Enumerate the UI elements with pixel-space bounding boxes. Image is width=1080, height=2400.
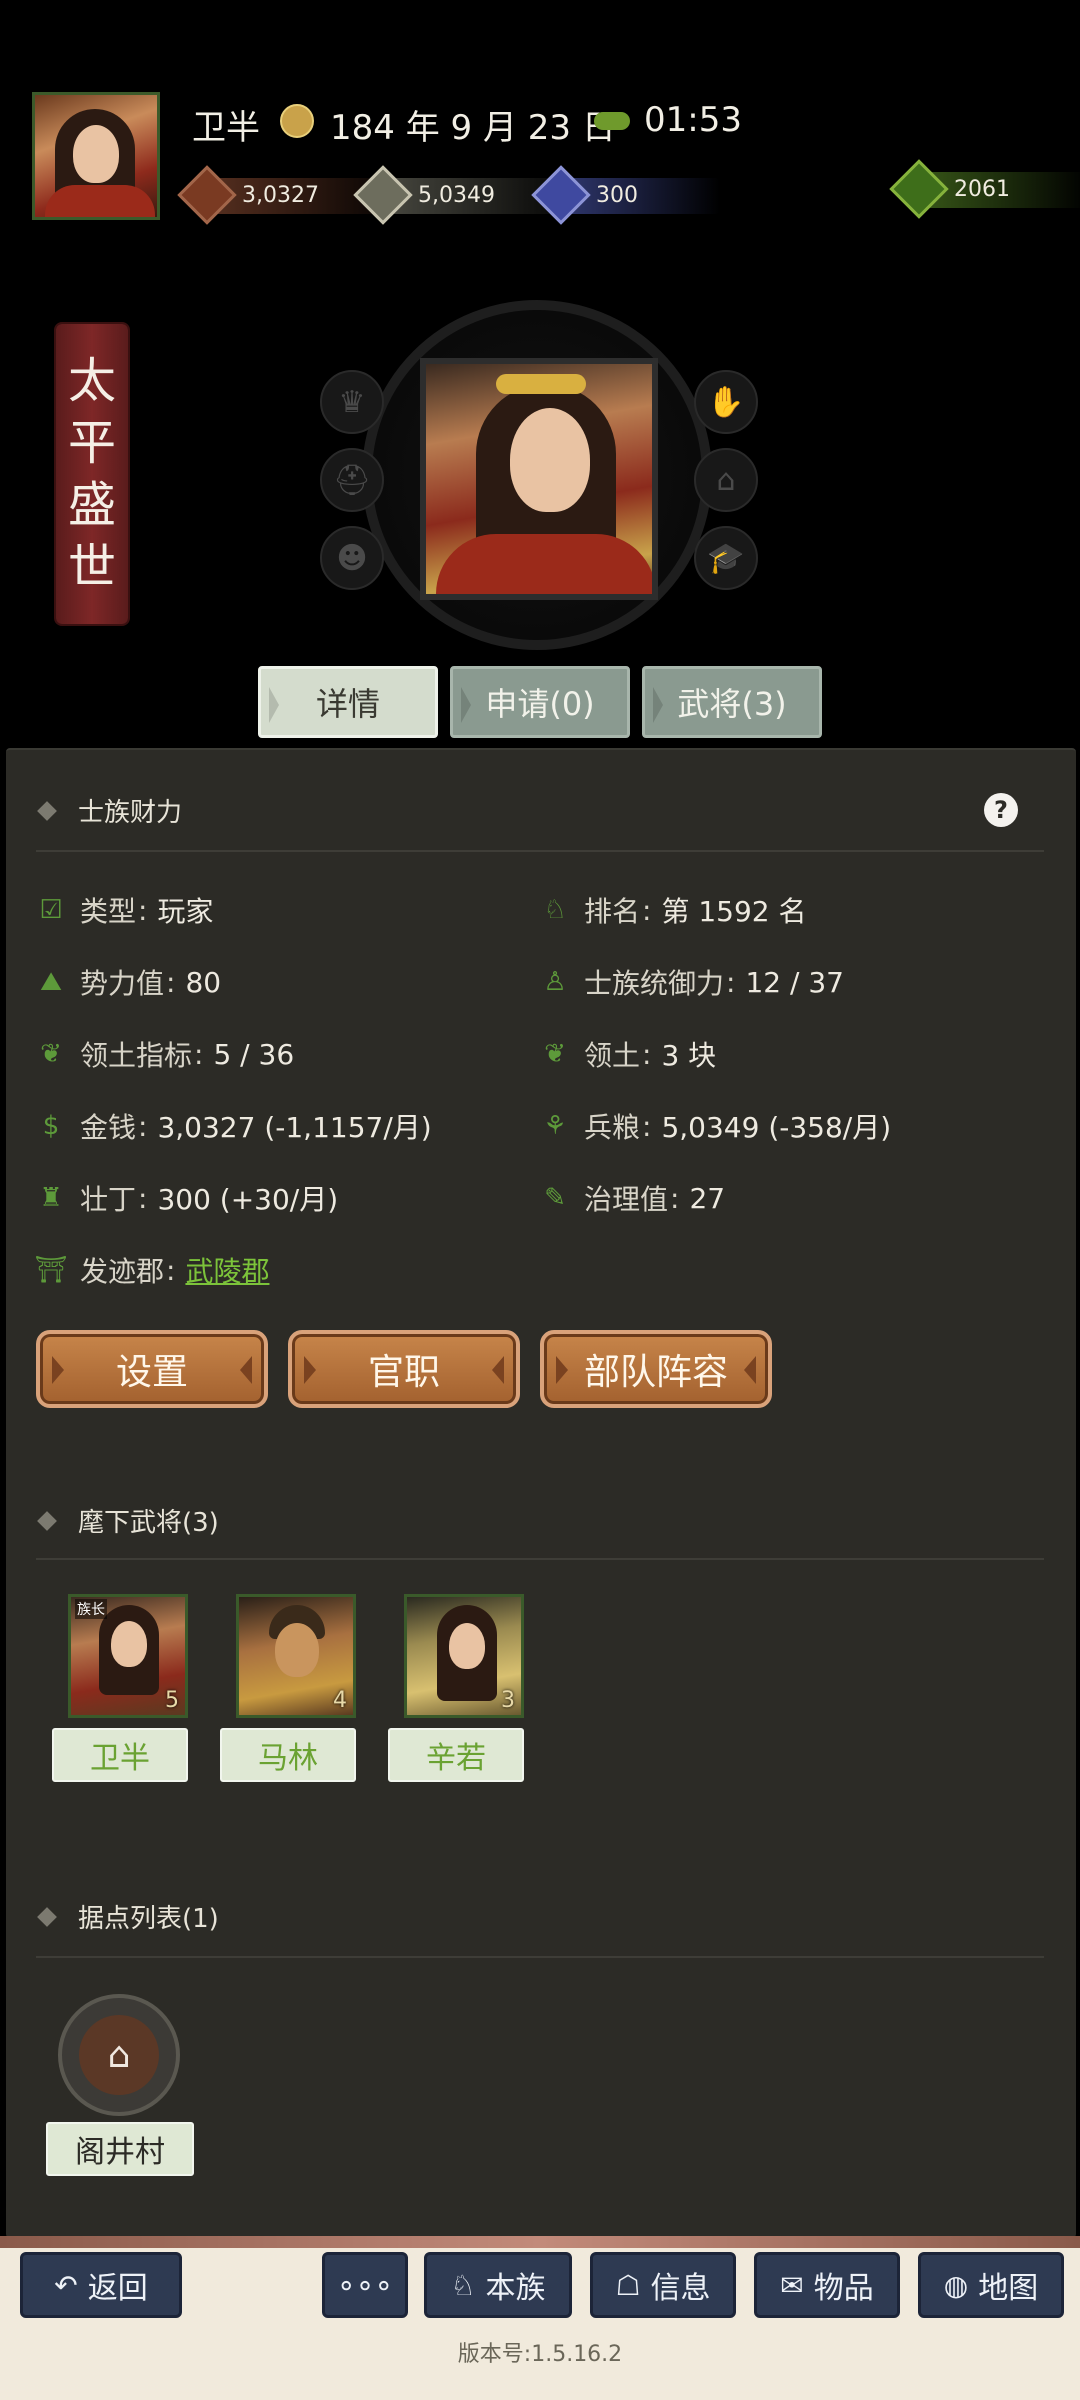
diamond-bullet-icon [37, 1510, 57, 1531]
section-title: 据点列表(1) [78, 1904, 219, 1934]
stat-rank: ♘ 排名: 第 1592 名 [540, 890, 806, 930]
mask-icon[interactable]: ☻ [320, 526, 384, 590]
info-button[interactable]: ☖ 信息 [590, 2252, 736, 2318]
game-time: 01:53 [644, 100, 742, 140]
globe-icon: ◍ [943, 2268, 969, 2302]
general-portrait: 4 [236, 1594, 356, 1718]
strongman-icon: ♜ [39, 1183, 63, 1213]
feather-icon: ✎ [544, 1183, 566, 1213]
tab-apply[interactable]: 申请(0) [450, 666, 630, 738]
gourd-resource[interactable]: 2061 [889, 159, 1080, 219]
coins-icon: $ [42, 1111, 60, 1141]
stat-manpower: ♜ 壮丁: 300 (+30/月) [36, 1178, 338, 1218]
person-icon: ♙ [543, 967, 567, 997]
stat-territory-quota: ❦ 领土指标: 5 / 36 [36, 1034, 294, 1074]
leader-portrait[interactable] [420, 358, 658, 600]
troops-lineup-button[interactable]: 部队阵容 [540, 1330, 772, 1408]
strength-icon [531, 165, 591, 225]
gold-resource[interactable]: 3,0327 [177, 165, 406, 225]
tab-generals[interactable]: 武将(3) [642, 666, 822, 738]
banner-char: 世 [67, 539, 116, 595]
stat-origin: ⛩ 发迹郡: 武陵郡 [34, 1250, 270, 1290]
settings-button[interactable]: 设置 [36, 1330, 268, 1408]
wheat-icon: ⚘ [543, 1111, 567, 1141]
general-level: 3 [501, 1688, 515, 1713]
clan-icon: ♘ [450, 2268, 476, 2302]
origin-commandery-link[interactable]: 武陵郡 [185, 1250, 269, 1290]
grain-resource[interactable]: 5,0349 [353, 165, 582, 225]
manpower-resource[interactable]: 300 [531, 165, 720, 225]
stronghold-item[interactable]: ⌂ [58, 1994, 180, 2116]
general-portrait: 3 [404, 1594, 524, 1718]
more-dots-icon: ∘∘∘ [336, 2267, 394, 2303]
gourd-icon [889, 159, 949, 219]
coin-icon [177, 165, 237, 225]
ant-icon [594, 112, 630, 130]
calendar-icon [280, 104, 314, 138]
general-portrait: 族长 5 [68, 1594, 188, 1718]
more-button[interactable]: ∘∘∘ [322, 2252, 408, 2318]
leader-tag: 族长 [75, 1599, 107, 1619]
clan-button[interactable]: ♘ 本族 [424, 2252, 572, 2318]
back-button[interactable]: ↶ 返回 [20, 2252, 182, 2318]
generals-heading: 麾下武将(3) [37, 1502, 219, 1539]
stat-type: ☑ 类型: 玩家 [36, 890, 213, 930]
manpower-value: 300 [596, 182, 638, 208]
diamond-bullet-icon [37, 1906, 57, 1927]
help-icon[interactable]: ? [984, 793, 1018, 827]
divider [36, 850, 1044, 852]
scholar-cap-icon[interactable]: 🎓 [694, 526, 758, 590]
game-date: 184 年 9 月 23 日 [330, 108, 616, 148]
section-title: 士族财力 [78, 798, 183, 828]
items-button[interactable]: ✉ 物品 [754, 2252, 900, 2318]
banner-char: 平 [67, 415, 116, 471]
diamond-bullet-icon [37, 800, 57, 821]
hand-give-icon[interactable]: ✋ [694, 370, 758, 434]
player-avatar[interactable] [32, 92, 160, 220]
stat-grain: ⚘ 兵粮: 5,0349 (-358/月) [540, 1106, 891, 1146]
village-icon: ⌂ [79, 2015, 159, 2095]
general-level: 5 [165, 1688, 179, 1713]
gate-icon: ⛩ [34, 1255, 68, 1285]
divider [36, 1956, 1044, 1958]
motto-banner: 太 平 盛 世 [56, 324, 128, 624]
banner-char: 盛 [67, 477, 116, 533]
general-name: 马林 [220, 1728, 356, 1782]
grain-value: 5,0349 [418, 182, 495, 208]
hat-icon[interactable]: ⌂ [694, 448, 758, 512]
version-label: 版本号:1.5.16.2 [457, 2342, 623, 2367]
stat-governance: ✎ 治理值: 27 [540, 1178, 725, 1218]
scroll-icon: ✉ [780, 2268, 804, 2302]
general-level: 4 [333, 1688, 347, 1713]
clan-finance-heading: 士族财力 [37, 792, 183, 829]
stat-territory: ❦ 领土: 3 块 [540, 1034, 716, 1074]
rank-icon: ♘ [543, 895, 567, 925]
gold-value: 3,0327 [242, 182, 319, 208]
grain-icon [353, 165, 413, 225]
crown-icon[interactable]: ♛ [320, 370, 384, 434]
helmet-icon[interactable]: ⛑ [320, 448, 384, 512]
tab-details[interactable]: 详情 [258, 666, 438, 738]
map-button[interactable]: ◍ 地图 [918, 2252, 1064, 2318]
stat-power: ⛰ 势力值: 80 [36, 962, 221, 1002]
section-title: 麾下武将(3) [78, 1508, 219, 1538]
stat-money: $ 金钱: 3,0327 (-1,1157/月) [36, 1106, 432, 1146]
stat-command: ♙ 士族统御力: 12 / 37 [540, 962, 844, 1002]
territory-icon: ❦ [544, 1039, 566, 1069]
territory-icon: ❦ [40, 1039, 62, 1069]
general-name: 辛若 [388, 1728, 524, 1782]
gourd-value: 2061 [954, 176, 1010, 202]
chat-bubble-icon: ☖ [615, 2268, 641, 2302]
divider [36, 1558, 1044, 1560]
mountain-icon: ⛰ [40, 966, 62, 997]
stronghold-name[interactable]: 阁井村 [46, 2122, 194, 2176]
strongholds-heading: 据点列表(1) [37, 1898, 219, 1935]
checkbox-icon: ☑ [39, 895, 63, 925]
general-name: 卫半 [52, 1728, 188, 1782]
office-button[interactable]: 官职 [288, 1330, 520, 1408]
banner-char: 太 [67, 353, 116, 409]
player-name: 卫半 [192, 108, 260, 148]
back-arrow-icon: ↶ [54, 2268, 78, 2302]
